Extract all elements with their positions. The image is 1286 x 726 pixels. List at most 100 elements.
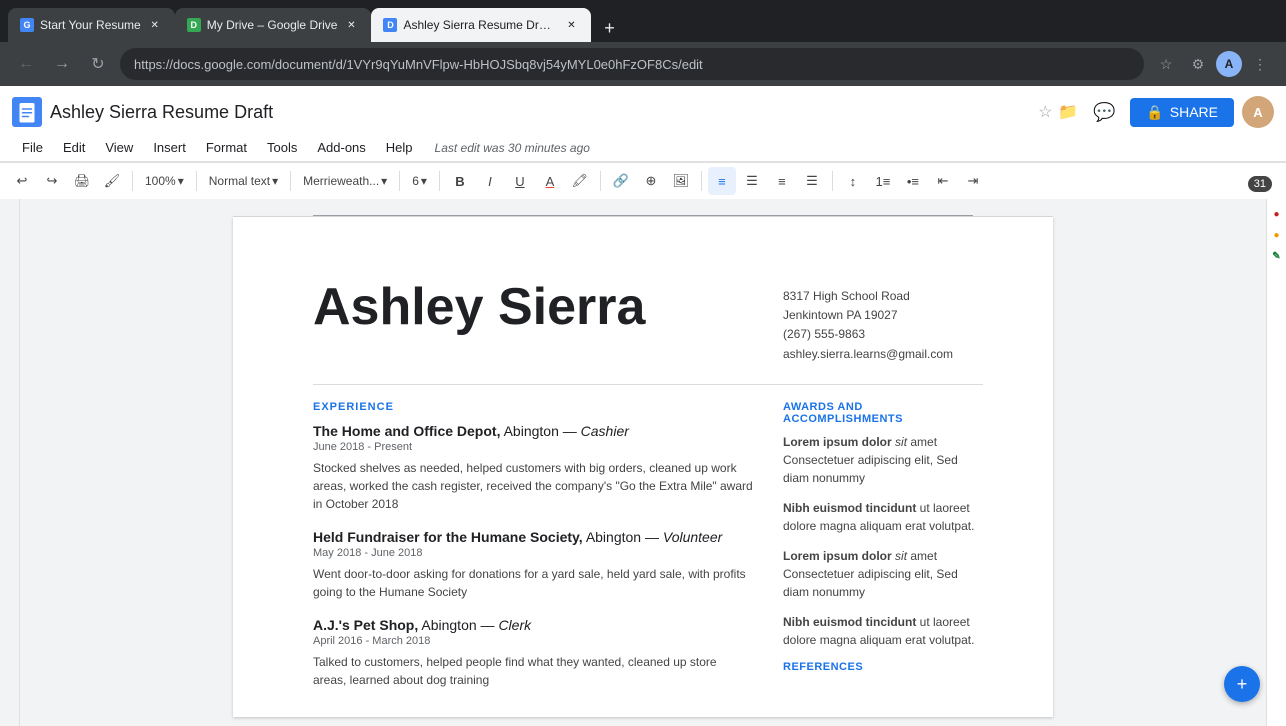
menu-view[interactable]: View <box>95 136 143 159</box>
new-tab-button[interactable]: + <box>595 14 623 42</box>
toolbar-sep-5 <box>439 171 440 191</box>
tab-1[interactable]: G Start Your Resume ✕ <box>8 8 175 42</box>
contact-city: Jenkintown PA 19027 <box>783 306 983 325</box>
docs-menu-bar: File Edit View Insert Format Tools Add-o… <box>12 134 1274 161</box>
job-2-company: Held Fundraiser for the Humane Society, <box>313 529 583 545</box>
contact-email: ashley.sierra.learns@gmail.com <box>783 345 983 364</box>
align-right-button[interactable]: ≡ <box>768 167 796 195</box>
tab-2-title: My Drive – Google Drive <box>207 18 338 32</box>
award-3-italic: sit <box>895 549 907 563</box>
resume-header: Ashley Sierra 8317 High School Road Jenk… <box>313 277 983 364</box>
justify-button[interactable]: ☰ <box>798 167 826 195</box>
tab-3[interactable]: D Ashley Sierra Resume Draft – ✕ <box>371 8 591 42</box>
award-1: Lorem ipsum dolor sit amet Consectetuer … <box>783 433 983 487</box>
job-1-company: The Home and Office Depot, <box>313 423 500 439</box>
docs-header: Ashley Sierra Resume Draft ☆ 📁 💬 🔒 SHARE… <box>0 86 1286 162</box>
menu-help[interactable]: Help <box>376 136 423 159</box>
line-spacing-button[interactable]: ↕ <box>839 167 867 195</box>
doc-scroll[interactable]: 1 2 3 4 5 Ashley Sierra 8317 High School… <box>20 199 1266 726</box>
url-bar[interactable]: https://docs.google.com/document/d/1VYr9… <box>120 48 1144 80</box>
back-button[interactable]: ← <box>12 50 40 78</box>
contact-address: 8317 High School Road <box>783 287 983 306</box>
job-2-location: Abington — <box>586 529 663 545</box>
reload-button[interactable]: ↻ <box>84 50 112 78</box>
docs-logo-icon <box>12 97 42 127</box>
redo-button[interactable]: ↪ <box>38 167 66 195</box>
comments-icon[interactable]: 💬 <box>1086 94 1122 130</box>
lock-icon: 🔒 <box>1146 104 1163 121</box>
zoom-value: 100% <box>145 174 176 188</box>
bullet-list-button[interactable]: •≡ <box>899 167 927 195</box>
toolbar-sep-1 <box>132 171 133 191</box>
tab-2-close[interactable]: ✕ <box>343 17 359 33</box>
align-left-button[interactable]: ≡ <box>708 167 736 195</box>
job-1-desc: Stocked shelves as needed, helped custom… <box>313 459 753 513</box>
contact-phone: (267) 555-9863 <box>783 325 983 344</box>
image-button[interactable]: 🖼 <box>667 167 695 195</box>
highlight-button[interactable]: 🖍 <box>566 167 594 195</box>
print-button[interactable]: 🖨 <box>68 167 96 195</box>
last-edit-text: Last edit was 30 minutes ago <box>435 141 590 155</box>
share-button[interactable]: 🔒 SHARE <box>1130 98 1234 127</box>
menu-addons[interactable]: Add-ons <box>307 136 375 159</box>
experience-heading: EXPERIENCE <box>313 401 753 413</box>
undo-button[interactable]: ↩ <box>8 167 36 195</box>
tab-3-favicon: D <box>383 18 397 32</box>
style-chevron: ▾ <box>272 174 278 188</box>
right-icon-3[interactable]: ✎ <box>1272 251 1280 262</box>
award-1-italic: sit <box>895 435 907 449</box>
menu-insert[interactable]: Insert <box>143 136 196 159</box>
page-number-badge: 31 <box>1248 176 1272 192</box>
star-icon[interactable]: ☆ <box>1038 102 1052 122</box>
job-1-date: June 2018 - Present <box>313 441 753 453</box>
menu-edit[interactable]: Edit <box>53 136 95 159</box>
right-icon-1[interactable]: ● <box>1273 209 1279 220</box>
award-3: Lorem ipsum dolor sit amet Consectetuer … <box>783 547 983 601</box>
doc-main: EXPERIENCE The Home and Office Depot, Ab… <box>313 401 753 705</box>
profile-avatar[interactable]: A <box>1216 51 1242 77</box>
extensions-icon[interactable]: ⚙ <box>1184 50 1212 78</box>
job-1-location: Abington — <box>504 423 581 439</box>
bookmark-icon[interactable]: ☆ <box>1152 50 1180 78</box>
style-dropdown[interactable]: Normal text ▾ <box>203 172 284 190</box>
zoom-dropdown[interactable]: 100% ▾ <box>139 172 190 190</box>
text-color-button[interactable]: A <box>536 167 564 195</box>
align-center-button[interactable]: ☰ <box>738 167 766 195</box>
font-dropdown[interactable]: Merrieweath... ▾ <box>297 172 393 190</box>
numbered-list-button[interactable]: 1≡ <box>869 167 897 195</box>
fontsize-dropdown[interactable]: 6 ▾ <box>406 172 433 190</box>
docs-title-icons: ☆ 📁 <box>1038 102 1078 122</box>
tab-1-close[interactable]: ✕ <box>147 17 163 33</box>
bold-button[interactable]: B <box>446 167 474 195</box>
menu-icon[interactable]: ⋮ <box>1246 50 1274 78</box>
paint-format-button[interactable]: 🖌 <box>98 167 126 195</box>
underline-button[interactable]: U <box>506 167 534 195</box>
job-2-date: May 2018 - June 2018 <box>313 547 753 559</box>
indent-less-button[interactable]: ⇤ <box>929 167 957 195</box>
font-value: Merrieweath... <box>303 174 379 188</box>
job-3-role: Clerk <box>498 617 531 633</box>
docs-app: Ashley Sierra Resume Draft ☆ 📁 💬 🔒 SHARE… <box>0 86 1286 726</box>
award-3-bold: Lorem ipsum dolor <box>783 549 892 563</box>
link-button[interactable]: 🔗 <box>607 167 635 195</box>
section-divider <box>313 384 983 385</box>
awards-heading: AWARDS AND ACCOMPLISHMENTS <box>783 401 983 425</box>
tab-3-close[interactable]: ✕ <box>563 17 579 33</box>
user-avatar[interactable]: A <box>1242 96 1274 128</box>
indent-more-button[interactable]: ⇥ <box>959 167 987 195</box>
add-button[interactable]: ⊕ <box>637 167 665 195</box>
forward-button[interactable]: → <box>48 50 76 78</box>
menu-format[interactable]: Format <box>196 136 257 159</box>
doc-title[interactable]: Ashley Sierra Resume Draft <box>50 102 1030 123</box>
right-icon-2[interactable]: ● <box>1273 230 1279 241</box>
tab-2[interactable]: D My Drive – Google Drive ✕ <box>175 8 372 42</box>
folder-icon[interactable]: 📁 <box>1058 102 1078 122</box>
ruler <box>0 199 20 726</box>
award-2: Nibh euismod tincidunt ut laoreet dolore… <box>783 499 983 535</box>
menu-tools[interactable]: Tools <box>257 136 307 159</box>
italic-button[interactable]: I <box>476 167 504 195</box>
style-value: Normal text <box>209 174 270 188</box>
doc-page[interactable]: Ashley Sierra 8317 High School Road Jenk… <box>233 217 1053 717</box>
menu-file[interactable]: File <box>12 136 53 159</box>
floating-add-button[interactable]: + <box>1224 666 1260 702</box>
